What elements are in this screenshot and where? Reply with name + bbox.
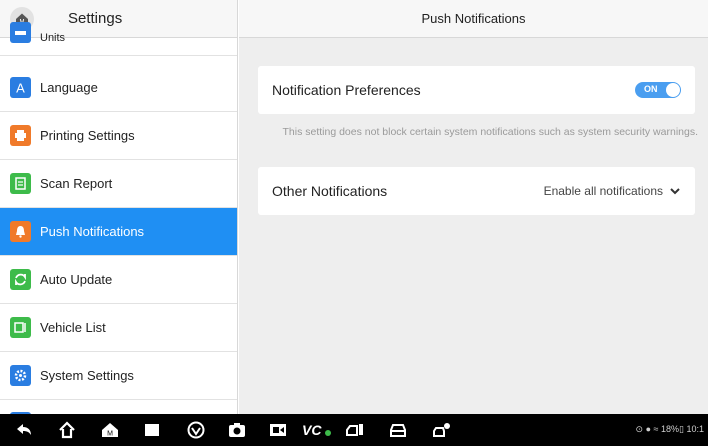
gear-icon (10, 365, 31, 386)
report-icon (10, 173, 31, 194)
system-navbar: M VC ⊙ ● ≈ 18%▯ 10:1 (0, 414, 708, 446)
notification-hint: This setting does not block certain syst… (282, 126, 698, 138)
other-notifications-row[interactable]: Other Notifications Enable all notificat… (258, 167, 695, 215)
sidebar-item-auto-update[interactable]: Auto Update (0, 256, 237, 304)
sidebar-item-label: Language (40, 80, 98, 95)
language-icon: A (10, 77, 31, 98)
svg-text:VC: VC (302, 422, 322, 438)
other-notifications-label: Other Notifications (272, 183, 388, 199)
push-notifications-panel: Push Notifications Notification Preferen… (239, 0, 708, 414)
screen-record-icon[interactable] (268, 420, 288, 440)
vci-icon[interactable]: VC (302, 420, 334, 440)
home-icon[interactable] (57, 420, 77, 440)
chevron-down-icon (670, 188, 680, 195)
location-icon: ⊙ (635, 424, 644, 434)
sidebar-item-system-settings[interactable]: System Settings (0, 352, 237, 400)
refresh-icon (10, 269, 31, 290)
vehicle-list-icon (10, 317, 31, 338)
page-title: Push Notifications (239, 0, 708, 38)
browser-icon[interactable] (186, 420, 206, 440)
sidebar-item-scan-report[interactable]: Scan Report (0, 160, 237, 208)
autel-home-icon[interactable]: M (100, 420, 120, 440)
car-icon[interactable] (388, 420, 408, 440)
settings-sidebar: M Settings Units A Language Printing Set… (0, 0, 238, 414)
sidebar-item-label: System Settings (40, 368, 134, 383)
svg-text:M: M (107, 431, 113, 438)
battery-icon: ▯ (679, 424, 684, 434)
sidebar-item-printing-settings[interactable]: Printing Settings (0, 112, 237, 160)
svg-text:A: A (16, 81, 25, 96)
sidebar-item-label: Scan Report (40, 176, 113, 191)
other-notifications-value: Enable all notifications (543, 184, 663, 198)
clock-text: 10:1 (686, 424, 704, 434)
sidebar-item-language[interactable]: A Language (0, 64, 237, 112)
notification-dot-icon: ● (645, 424, 651, 434)
sidebar-item-vehicle-list[interactable]: Vehicle List (0, 304, 237, 352)
sidebar-item-label: Auto Update (40, 272, 113, 287)
sidebar-item-label: Push Notifications (40, 224, 145, 239)
notification-preferences-label: Notification Preferences (272, 82, 421, 98)
sidebar-item-label: Printing Settings (40, 128, 135, 143)
vehicle-diagnose-icon[interactable] (345, 420, 365, 440)
car-service-icon[interactable] (432, 420, 452, 440)
wifi-icon: ≈ (653, 424, 659, 434)
toggle-state-text: ON (644, 84, 658, 94)
printer-icon (10, 125, 31, 146)
units-icon (10, 22, 31, 43)
back-icon[interactable] (14, 420, 34, 440)
notification-preferences-toggle[interactable]: ON (635, 82, 681, 98)
toggle-knob (666, 83, 680, 97)
sidebar-item-push-notifications[interactable]: Push Notifications (0, 208, 237, 256)
bell-icon (10, 221, 31, 242)
camera-icon[interactable] (227, 420, 247, 440)
battery-percent: 18% (660, 424, 679, 434)
sidebar-item-next[interactable] (0, 400, 237, 414)
notification-preferences-row: Notification Preferences ON (258, 66, 695, 114)
square-icon[interactable] (142, 420, 162, 440)
sidebar-item-label: Units (40, 32, 66, 44)
sidebar-item-label: Vehicle List (40, 320, 106, 335)
sidebar-item-units[interactable]: Units (0, 8, 237, 56)
status-area: ⊙ ● ≈ 18%▯ 10:1 (636, 424, 705, 435)
